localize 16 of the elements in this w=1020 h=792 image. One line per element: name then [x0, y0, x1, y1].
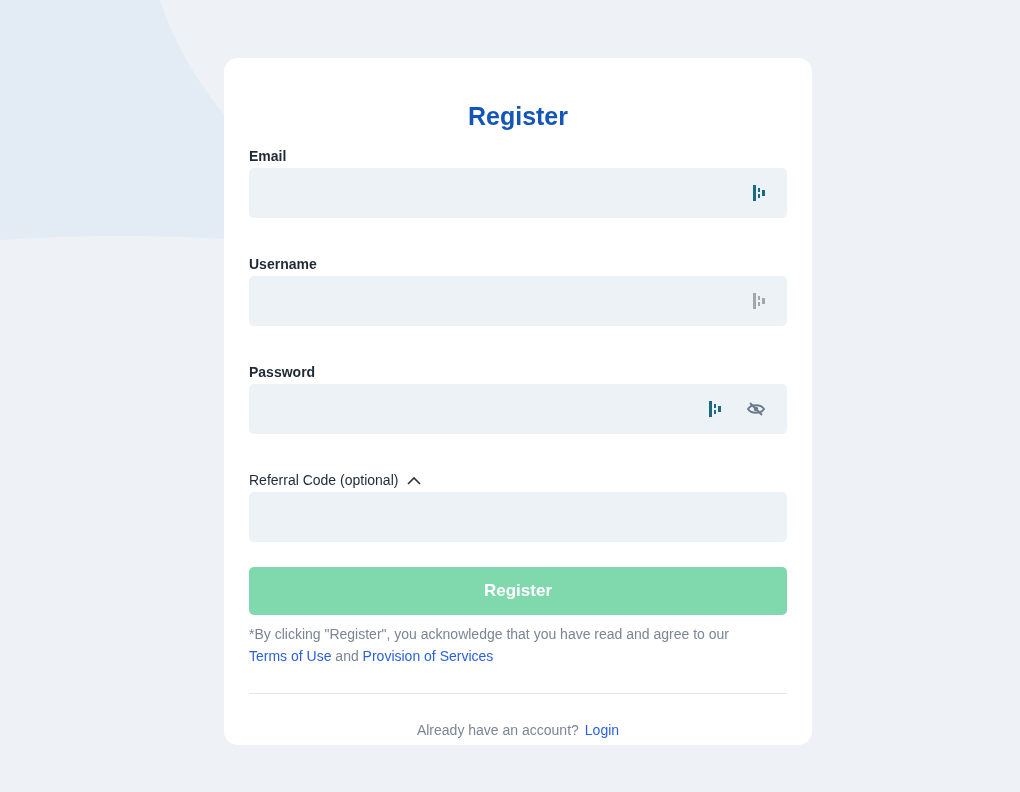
form-title: Register — [466, 101, 569, 132]
field-label: Email — [249, 147, 287, 166]
terms-link[interactable]: Terms of Use — [249, 648, 332, 664]
field-label: Username — [249, 255, 317, 274]
password-manager-icon[interactable] — [709, 401, 721, 417]
account-prompt: Already have an account? — [416, 721, 579, 740]
input-field[interactable] — [249, 384, 787, 434]
hidden-eye-icon[interactable] — [747, 402, 765, 416]
field-label: Password — [249, 363, 316, 382]
field-label: Referral Code (optional) — [249, 471, 399, 490]
services-link[interactable]: Provision of Services — [362, 648, 494, 664]
input-field[interactable] — [249, 168, 787, 218]
login-link[interactable]: Login — [584, 720, 620, 741]
input-field[interactable] — [249, 276, 787, 326]
password-manager-icon[interactable] — [753, 185, 765, 201]
consent-text: *By clicking "Register", you acknowledge that you have read and agree to our Terms of Use and Provision of Services — [249, 625, 730, 666]
